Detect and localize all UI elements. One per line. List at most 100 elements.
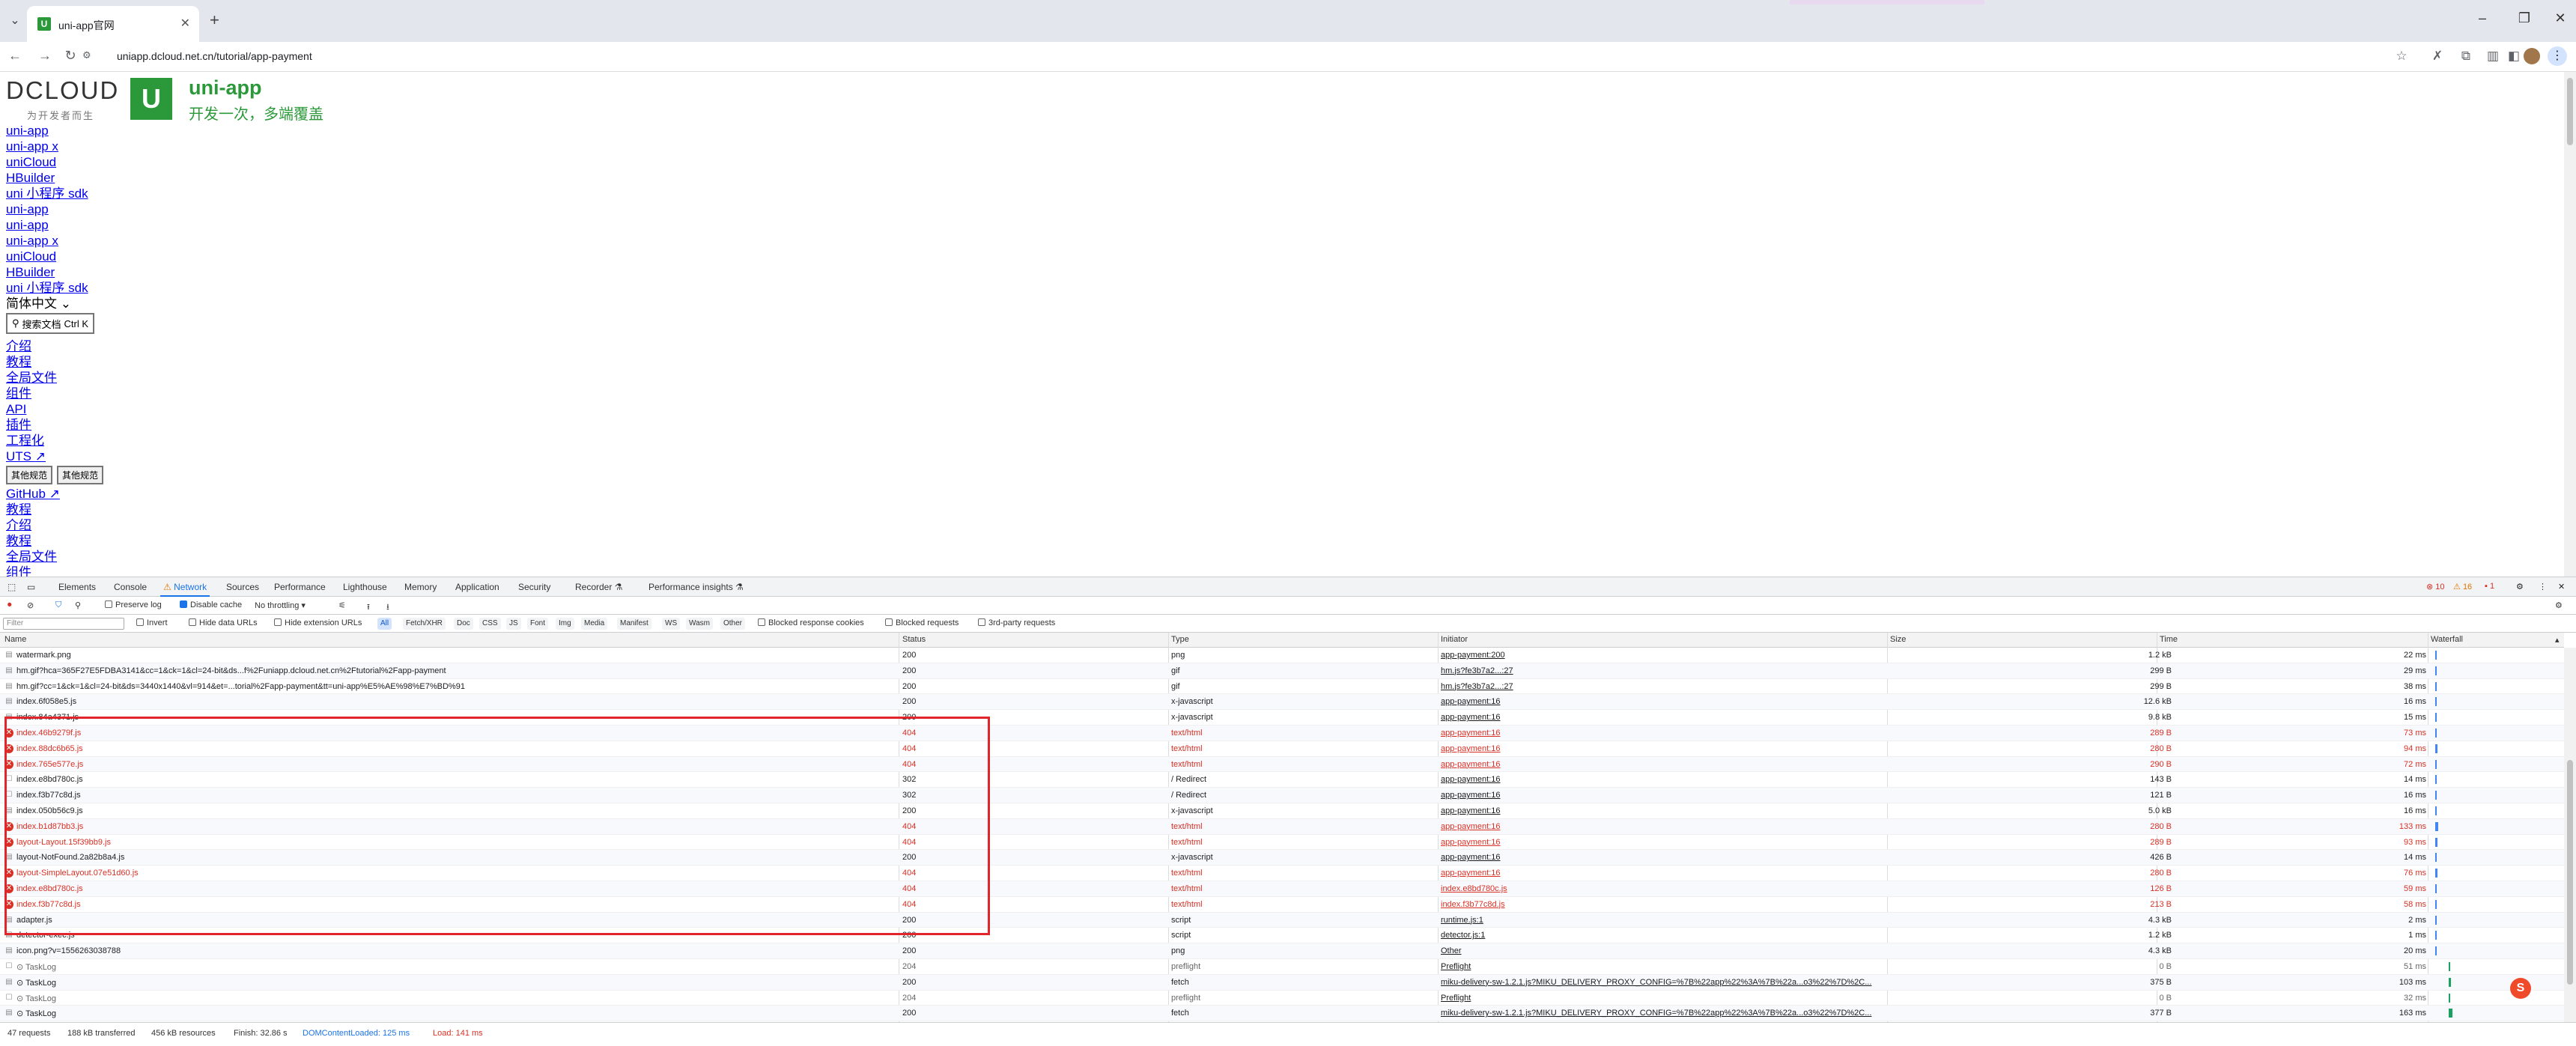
type-chip-js[interactable]: JS (506, 618, 521, 630)
search-docs-button[interactable]: ⚲ 搜索文档 Ctrl K (6, 313, 95, 334)
tab-network[interactable]: ⚠ Network (160, 582, 210, 597)
network-request-row[interactable]: ☐ ⊙ TaskLog 204 preflight Preflight 0 B 51 ms (0, 959, 2564, 975)
tab-recorder[interactable]: Recorder ⚗ (575, 582, 622, 592)
preserve-log-checkbox[interactable]: Preserve log (105, 600, 162, 609)
request-initiator[interactable]: Preflight (1441, 962, 1883, 971)
type-chip-all[interactable]: All (377, 618, 392, 630)
invert-checkbox[interactable]: Invert (136, 618, 168, 627)
device-toolbar-icon[interactable]: ▭ (27, 582, 35, 592)
request-initiator[interactable]: hm.js?fe3b7a2...:27 (1441, 682, 1883, 691)
network-request-row[interactable]: ✕ index.e8bd780c.js 404 text/html index.e8bd… (0, 881, 2564, 897)
network-request-row[interactable]: ▤ adapter.js 200 script runtime.js:1 4.3 kB 2 … (0, 912, 2564, 928)
extension-x-icon[interactable]: ✗ (2428, 49, 2447, 64)
nav-link[interactable]: uniCloud (6, 249, 103, 264)
nav-link[interactable]: 教程 (6, 502, 103, 517)
column-header-initiator[interactable]: Initiator (1441, 635, 1468, 644)
tab-performance-insights[interactable]: Performance insights ⚗ (648, 582, 744, 592)
network-request-row[interactable]: ▤ index.84a4371.js 200 x-javascript app-paym… (0, 710, 2564, 726)
network-table-scrollbar-thumb[interactable] (2567, 760, 2573, 985)
disable-cache-checkbox[interactable]: Disable cache (180, 600, 242, 609)
nav-link[interactable]: 介绍 (6, 517, 103, 533)
network-request-row[interactable]: ▤ index.6f058e5.js 200 x-javascript app-paym… (0, 694, 2564, 711)
type-chip-media[interactable]: Media (581, 618, 608, 630)
warning-count-badge[interactable]: ⚠ 16 (2453, 582, 2472, 592)
filter-funnel-icon[interactable]: ⛉ (55, 600, 61, 610)
request-initiator[interactable]: app-payment:16 (1441, 791, 1883, 800)
network-request-row[interactable]: ✕ layout-Layout.15f39bb9.js 404 text/html ap… (0, 835, 2564, 851)
nav-link[interactable]: 介绍 (6, 338, 103, 354)
nav-link[interactable]: API (6, 401, 103, 417)
type-chip-wasm[interactable]: Wasm (686, 618, 713, 630)
error-count-badge[interactable]: ⊗ 10 (2426, 582, 2445, 592)
request-initiator[interactable]: index.e8bd780c.js (1441, 884, 1883, 893)
column-header-size[interactable]: Size (1890, 635, 1906, 644)
clear-icon[interactable]: ⊘ (27, 600, 34, 610)
network-request-row[interactable]: ✕ layout-SimpleLayout.07e51d60.js 404 text/… (0, 866, 2564, 881)
network-request-row[interactable]: ▤ detector-exec.js 200 script detector.js:1 1… (0, 928, 2564, 944)
nav-link[interactable]: 插件 (6, 417, 103, 433)
type-chip-doc[interactable]: Doc (454, 618, 473, 630)
language-select[interactable]: 简体中文 ⌄ (6, 296, 103, 311)
nav-link[interactable]: 组件 (6, 565, 103, 577)
network-request-row[interactable]: ✕ index.b1d87bb3.js 404 text/html app-paymen… (0, 818, 2564, 835)
request-initiator[interactable]: app-payment:200 (1441, 651, 1883, 660)
nav-link[interactable]: 组件 (6, 386, 103, 401)
forward-arrow-icon[interactable]: → (36, 48, 54, 64)
request-initiator[interactable]: miku-delivery-sw-1.2.1.js?MIKU_DELIVERY_… (1441, 978, 1883, 987)
side-panel-icon[interactable]: ▥ (2483, 49, 2503, 64)
request-initiator[interactable]: runtime.js:1 (1441, 916, 1883, 925)
page-scrollbar[interactable] (2564, 72, 2576, 577)
issues-count-badge[interactable]: ▪ 1 (2485, 582, 2494, 591)
nav-link[interactable]: uni-app x (6, 139, 103, 154)
nav-link[interactable]: 教程 (6, 354, 103, 370)
network-request-row[interactable]: ▤ index.050b56c9.js 200 x-javascript app-pay… (0, 803, 2564, 819)
request-initiator[interactable]: app-payment:16 (1441, 729, 1883, 738)
export-har-icon[interactable]: ⭳ (386, 600, 389, 615)
sogou-input-floating-icon[interactable]: S (2510, 978, 2531, 999)
tab-console[interactable]: Console (114, 582, 147, 592)
request-initiator[interactable]: index.f3b77c8d.js (1441, 900, 1883, 909)
third-party-checkbox[interactable]: 3rd-party requests (978, 618, 1055, 627)
tab-close-icon[interactable]: ✕ (180, 16, 190, 31)
network-request-row[interactable]: ▤ icon.png?v=1556263038788 200 png Other 4.3 … (0, 943, 2564, 959)
request-initiator[interactable]: app-payment:16 (1441, 775, 1883, 784)
browser-menu-icon[interactable]: ⋮ (2548, 46, 2567, 66)
minimize-button[interactable]: – (2471, 10, 2494, 26)
column-header-waterfall[interactable]: Waterfall (2431, 635, 2463, 644)
new-tab-button[interactable]: + (210, 10, 219, 30)
type-chip-ws[interactable]: WS (662, 618, 681, 630)
blocked-requests-checkbox[interactable]: Blocked requests (885, 618, 959, 627)
restore-button[interactable]: ❐ (2513, 10, 2536, 26)
request-initiator[interactable]: Other (1441, 946, 1883, 955)
spec-button[interactable]: 其他规范 (6, 466, 53, 484)
extensions-puzzle-icon[interactable]: ⧉ (2456, 49, 2476, 64)
network-request-row[interactable]: ✕ index.46b9279f.js 404 text/html app-paymen… (0, 725, 2564, 741)
tab-performance[interactable]: Performance (274, 582, 326, 592)
type-chip-other[interactable]: Other (720, 618, 746, 630)
reload-icon[interactable]: ↻ (61, 48, 79, 64)
hide-extension-urls-checkbox[interactable]: Hide extension URLs (274, 618, 362, 627)
nav-link[interactable]: uni-app x (6, 233, 103, 249)
network-request-row[interactable]: ✕ index.88dc6b65.js 404 text/html app-paymen… (0, 741, 2564, 757)
devtools-close-icon[interactable]: ✕ (2558, 582, 2565, 592)
tab-elements[interactable]: Elements (58, 582, 96, 592)
settings-gear-icon[interactable]: ⚙ (2516, 582, 2524, 592)
network-settings-gear-icon[interactable]: ⚙ (2555, 600, 2563, 610)
network-request-row[interactable]: ☐ index.f3b77c8d.js 302 / Redirect app-payme… (0, 788, 2564, 803)
type-chip-font[interactable]: Font (527, 618, 549, 630)
close-window-button[interactable]: ✕ (2549, 10, 2572, 26)
tab-security[interactable]: Security (518, 582, 550, 592)
nav-link[interactable]: uni-app (6, 201, 103, 217)
sort-up-icon[interactable]: ▴ (2555, 635, 2560, 645)
request-initiator[interactable]: app-payment:16 (1441, 869, 1883, 878)
search-icon[interactable]: ⚲ (75, 600, 81, 610)
network-conditions-icon[interactable]: ⚟ (338, 600, 346, 610)
uni-app-logo-icon[interactable]: U (130, 78, 172, 120)
nav-link-external[interactable]: GitHub ↗ (6, 486, 103, 502)
network-request-row[interactable]: ☐ ⊙ TaskLog 204 preflight Preflight 0 B 32 ms (0, 991, 2564, 1006)
request-initiator[interactable]: detector.js:1 (1441, 931, 1883, 940)
request-initiator[interactable]: hm.js?fe3b7a2...:27 (1441, 666, 1883, 675)
tab-sources[interactable]: Sources (226, 582, 259, 592)
network-request-row[interactable]: ✕ index.765e577e.js 404 text/html app-paymen… (0, 756, 2564, 773)
network-request-row[interactable]: ▤ watermark.png 200 png app-payment:200 1.2 k… (0, 648, 2564, 663)
